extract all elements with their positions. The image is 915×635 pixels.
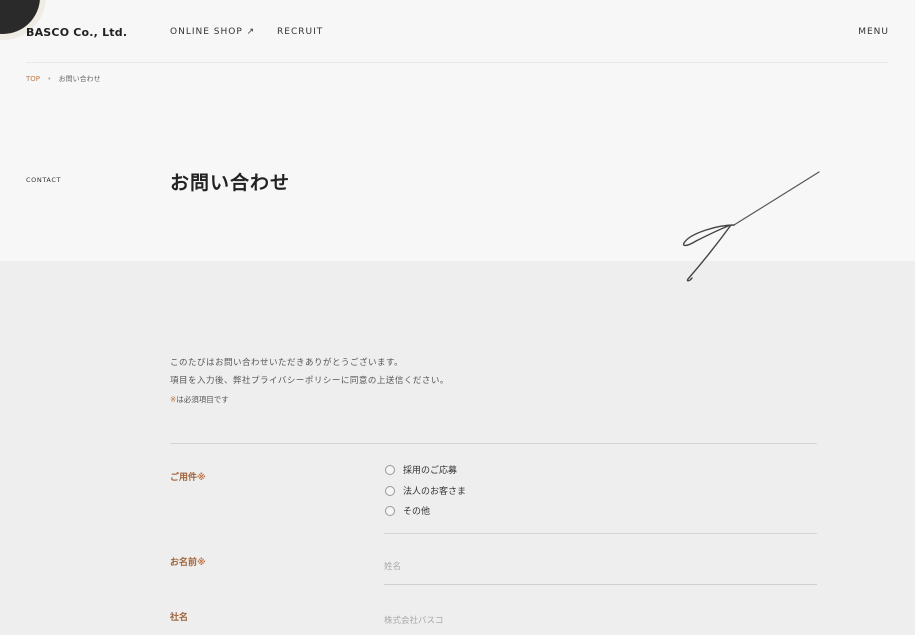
intro-line-2: 項目を入力後、弊社プライバシーポリシーに同意の上送信ください。 [170,376,449,386]
required-note-text: は必須項目です [176,395,229,404]
intro-line-1: このたびはお問い合わせいただきありがとうございます。 [170,358,404,368]
radio-option-label: 法人のお客さま [403,487,467,497]
company-input[interactable] [384,612,817,630]
form-section [0,261,915,635]
name-label-text: お名前 [170,558,198,568]
inquiry-required-mark: ※ [197,473,206,483]
radio-circle-icon[interactable] [385,464,395,475]
inquiry-label: ご用件※ [170,470,206,483]
section-label: CONTACT [26,176,62,184]
name-label: お名前※ [170,555,206,568]
company-label: 社名 [170,610,188,623]
name-input-underline [384,584,817,585]
breadcrumb-current: お問い合わせ [58,75,101,83]
breadcrumb-separator: • [47,75,52,83]
radio-option-label: その他 [403,507,431,517]
pen-illustration [682,171,820,282]
nav-online-shop-link[interactable]: ONLINE SHOP ↗ [170,27,255,37]
nav-recruit-link[interactable]: RECRUIT [277,27,323,37]
intro-text: このたびはお問い合わせいただきありがとうございます。 項目を入力後、弊社プライバ… [170,354,449,390]
radio-circle-icon[interactable] [385,485,395,496]
name-required-mark: ※ [197,558,206,568]
inquiry-option-recruit[interactable]: 採用のご応募 [385,463,457,476]
corner-badge-text: AG [4,0,13,1]
radio-circle-icon[interactable] [385,505,395,516]
page-title: お問い合わせ [170,172,291,194]
header-divider [26,62,888,63]
breadcrumb-top-link[interactable]: TOP [26,75,40,83]
form-top-divider [170,443,817,444]
site-logo[interactable]: BASCO Co., Ltd. [26,26,127,39]
inquiry-label-text: ご用件 [170,473,198,483]
menu-button[interactable]: MENU [858,27,889,37]
inquiry-option-other[interactable]: その他 [385,504,430,517]
inquiry-divider [384,533,817,534]
required-note: ※は必須項目です [170,394,229,405]
company-label-text: 社名 [170,613,189,623]
inquiry-option-corporate[interactable]: 法人のお客さま [385,484,466,497]
breadcrumb: TOP • お問い合わせ [26,74,101,84]
radio-option-label: 採用のご応募 [403,466,458,476]
name-input[interactable] [384,558,817,576]
